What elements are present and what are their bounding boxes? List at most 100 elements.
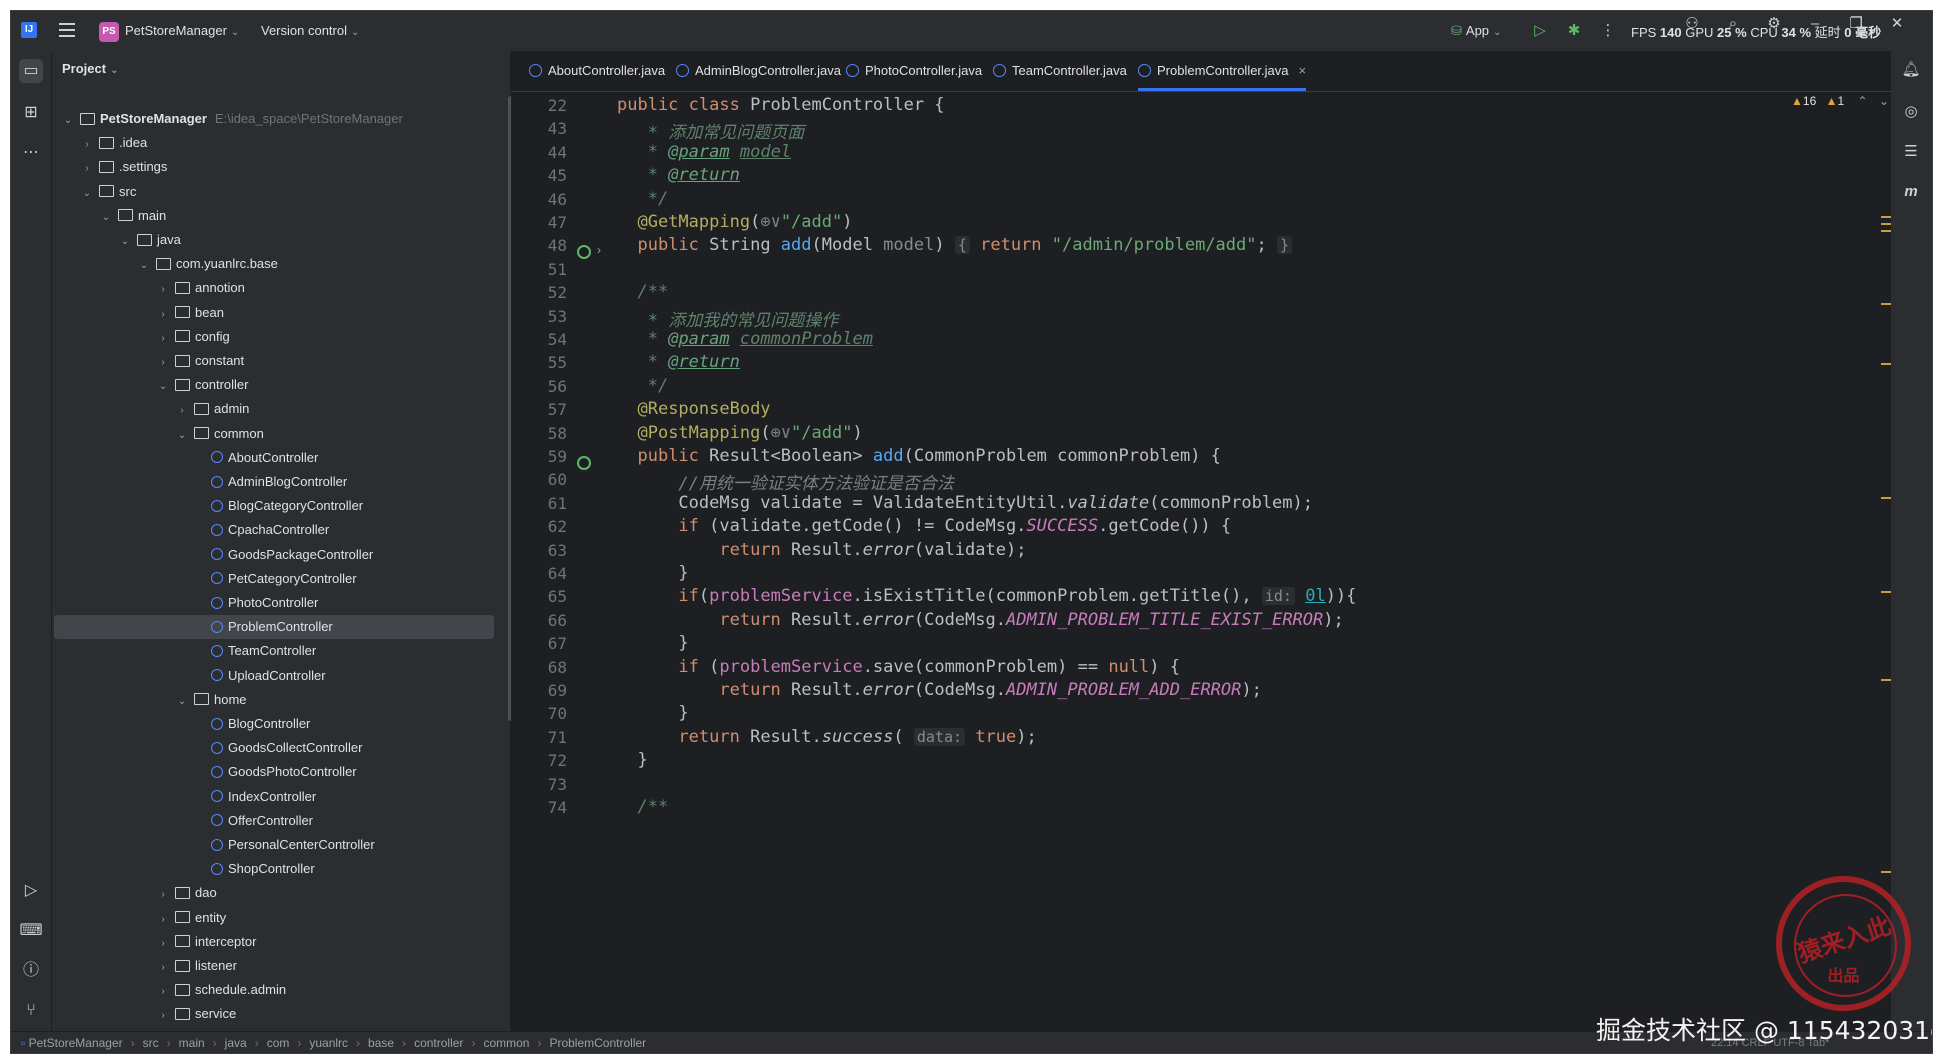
tree-class-item[interactable]: ShopController <box>54 857 494 881</box>
code-line[interactable]: if(problemService.isExistTitle(commonPro… <box>617 586 1356 606</box>
tree-class-item[interactable]: GoodsPackageController <box>54 543 494 567</box>
breadcrumb-item[interactable]: java <box>225 1036 247 1050</box>
problems-tool-icon[interactable]: ⓘ <box>19 959 43 983</box>
tree-class-item[interactable]: PersonalCenterController <box>54 833 494 857</box>
search-icon[interactable]: ⌕ <box>1724 15 1742 33</box>
chevron-down-icon[interactable]: ⌄ <box>138 254 150 278</box>
code-line[interactable]: * @param commonProblem <box>617 329 873 349</box>
code-line[interactable]: public String add(Model model) { return … <box>617 235 1293 255</box>
breadcrumb-item[interactable]: src <box>143 1036 159 1050</box>
project-switcher[interactable]: PS PetStoreManager ⌄ <box>99 11 239 51</box>
services-tool-icon[interactable]: ▷ <box>19 879 43 903</box>
chevron-right-icon[interactable]: › <box>157 327 169 351</box>
code-line[interactable]: return Result.success( data: true); <box>617 727 1036 747</box>
chevron-right-icon[interactable]: › <box>81 133 93 157</box>
more-icon[interactable]: ⋮ <box>1599 22 1617 40</box>
breadcrumb-item[interactable]: com <box>267 1036 290 1050</box>
tree-folder-item[interactable]: ⌄ common <box>54 422 494 446</box>
tree-folder-item[interactable]: ⌄ home <box>54 688 494 712</box>
chevron-down-icon[interactable]: ⌄ <box>62 109 74 133</box>
breadcrumb-item[interactable]: common <box>483 1036 529 1050</box>
chevron-right-icon[interactable]: › <box>157 278 169 302</box>
run-icon[interactable]: ▷ <box>1531 22 1549 40</box>
code-line[interactable]: * @return <box>617 165 740 185</box>
debug-icon[interactable]: ✱ <box>1565 22 1583 40</box>
tree-class-item[interactable]: ProblemController <box>54 615 494 640</box>
account-icon[interactable]: ⚇ <box>1683 15 1701 33</box>
minimize-icon[interactable]: – <box>1806 15 1824 33</box>
code-line[interactable]: */ <box>617 189 668 209</box>
tree-class-item[interactable]: CpachaController <box>54 518 494 542</box>
code-line[interactable]: /** <box>617 797 668 817</box>
breadcrumb-item[interactable]: PetStoreManager <box>29 1036 123 1050</box>
code-line[interactable]: } <box>617 750 647 770</box>
tree-folder-item[interactable]: › constant <box>54 349 494 373</box>
tree-class-item[interactable]: BlogController <box>54 712 494 736</box>
tree-folder-item[interactable]: ⌄ com.yuanlrc.base <box>54 252 494 276</box>
tree-folder-item[interactable]: › .settings <box>54 155 494 179</box>
code-editor[interactable]: 22 public class ProblemController {43 * 添… <box>511 95 1891 1025</box>
code-line[interactable]: public class ProblemController { <box>617 95 945 115</box>
database-icon[interactable]: ☰ <box>1900 141 1922 163</box>
chevron-down-icon[interactable]: ⌄ <box>176 690 188 714</box>
tree-folder-item[interactable]: › .idea <box>54 131 494 155</box>
chevron-down-icon[interactable]: ⌄ <box>157 375 169 399</box>
tree-class-item[interactable]: BlogCategoryController <box>54 494 494 518</box>
chevron-right-icon[interactable]: › <box>81 157 93 181</box>
gutter-run-icon[interactable] <box>577 245 591 259</box>
code-line[interactable]: } <box>617 633 688 653</box>
tree-class-item[interactable]: TeamController <box>54 639 494 663</box>
code-line[interactable]: } <box>617 563 688 583</box>
tree-folder-item[interactable]: › bean <box>54 301 494 325</box>
tree-class-item[interactable]: AboutController <box>54 446 494 470</box>
chevron-down-icon[interactable]: ⌄ <box>100 206 112 230</box>
tree-folder-item[interactable]: ⌄ java <box>54 228 494 252</box>
breadcrumb-item[interactable]: yuanlrc <box>309 1036 348 1050</box>
tree-folder-item[interactable]: › schedule.admin <box>54 978 494 1002</box>
main-menu-icon[interactable] <box>59 23 75 37</box>
editor-tab[interactable]: AboutController.java <box>529 51 665 91</box>
editor-tab[interactable]: AdminBlogController.java <box>676 51 841 91</box>
git-tool-icon[interactable]: ⑂ <box>19 999 43 1023</box>
tree-class-item[interactable]: PhotoController <box>54 591 494 615</box>
close-icon[interactable]: ✕ <box>1888 15 1906 33</box>
tree-folder-item[interactable]: › listener <box>54 954 494 978</box>
editor-tab[interactable]: TeamController.java <box>993 51 1127 91</box>
run-config-selector[interactable]: ⛁ App ⌄ <box>1451 11 1501 51</box>
ai-assistant-icon[interactable]: ◎ <box>1900 101 1922 123</box>
tree-folder-item[interactable]: ⌄ src <box>54 180 494 204</box>
tree-folder-item[interactable]: ⌄ PetStoreManager E:\idea_space\PetStoreMa… <box>54 107 494 131</box>
tree-class-item[interactable]: IndexController <box>54 785 494 809</box>
tree-folder-item[interactable]: › service <box>54 1002 494 1026</box>
tree-folder-item[interactable]: › interceptor <box>54 930 494 954</box>
tree-class-item[interactable]: GoodsCollectController <box>54 736 494 760</box>
terminal-tool-icon[interactable]: ⌨ <box>19 919 43 943</box>
code-line[interactable]: @GetMapping(⊕∨"/add") <box>617 212 852 232</box>
editor-tab[interactable]: ProblemController.java × <box>1138 51 1307 91</box>
tree-class-item[interactable]: GoodsPhotoController <box>54 760 494 784</box>
code-line[interactable]: //用统一验证实体方法验证是否合法 <box>617 469 953 494</box>
structure-tool-icon[interactable]: ⊞ <box>19 101 43 125</box>
chevron-right-icon[interactable]: › <box>157 956 169 980</box>
tree-class-item[interactable]: AdminBlogController <box>54 470 494 494</box>
code-line[interactable]: return Result.error(validate); <box>617 540 1026 560</box>
maven-icon[interactable]: m <box>1900 181 1922 203</box>
code-line[interactable]: * @param model <box>617 142 791 162</box>
tree-folder-item[interactable]: › dao <box>54 881 494 905</box>
chevron-down-icon[interactable]: ⌄ <box>119 230 131 254</box>
code-line[interactable]: } <box>617 703 688 723</box>
code-line[interactable]: * @return <box>617 352 740 372</box>
breadcrumb-item[interactable]: base <box>368 1036 394 1050</box>
code-line[interactable]: * 添加我的常见问题操作 <box>617 306 838 331</box>
tree-folder-item[interactable]: › entity <box>54 906 494 930</box>
tree-class-item[interactable]: PetCategoryController <box>54 567 494 591</box>
restore-icon[interactable]: ❐ <box>1847 15 1865 33</box>
gutter-run-icon[interactable] <box>577 456 591 470</box>
gutter-fold-icon[interactable]: › <box>597 243 601 257</box>
breadcrumb-item[interactable]: controller <box>414 1036 463 1050</box>
chevron-right-icon[interactable]: › <box>157 932 169 956</box>
notifications-icon[interactable]: 🔔︎ <box>1900 59 1922 81</box>
code-line[interactable]: @PostMapping(⊕∨"/add") <box>617 423 862 443</box>
editor-tab[interactable]: PhotoController.java <box>846 51 982 91</box>
chevron-down-icon[interactable]: ⌄ <box>176 424 188 448</box>
